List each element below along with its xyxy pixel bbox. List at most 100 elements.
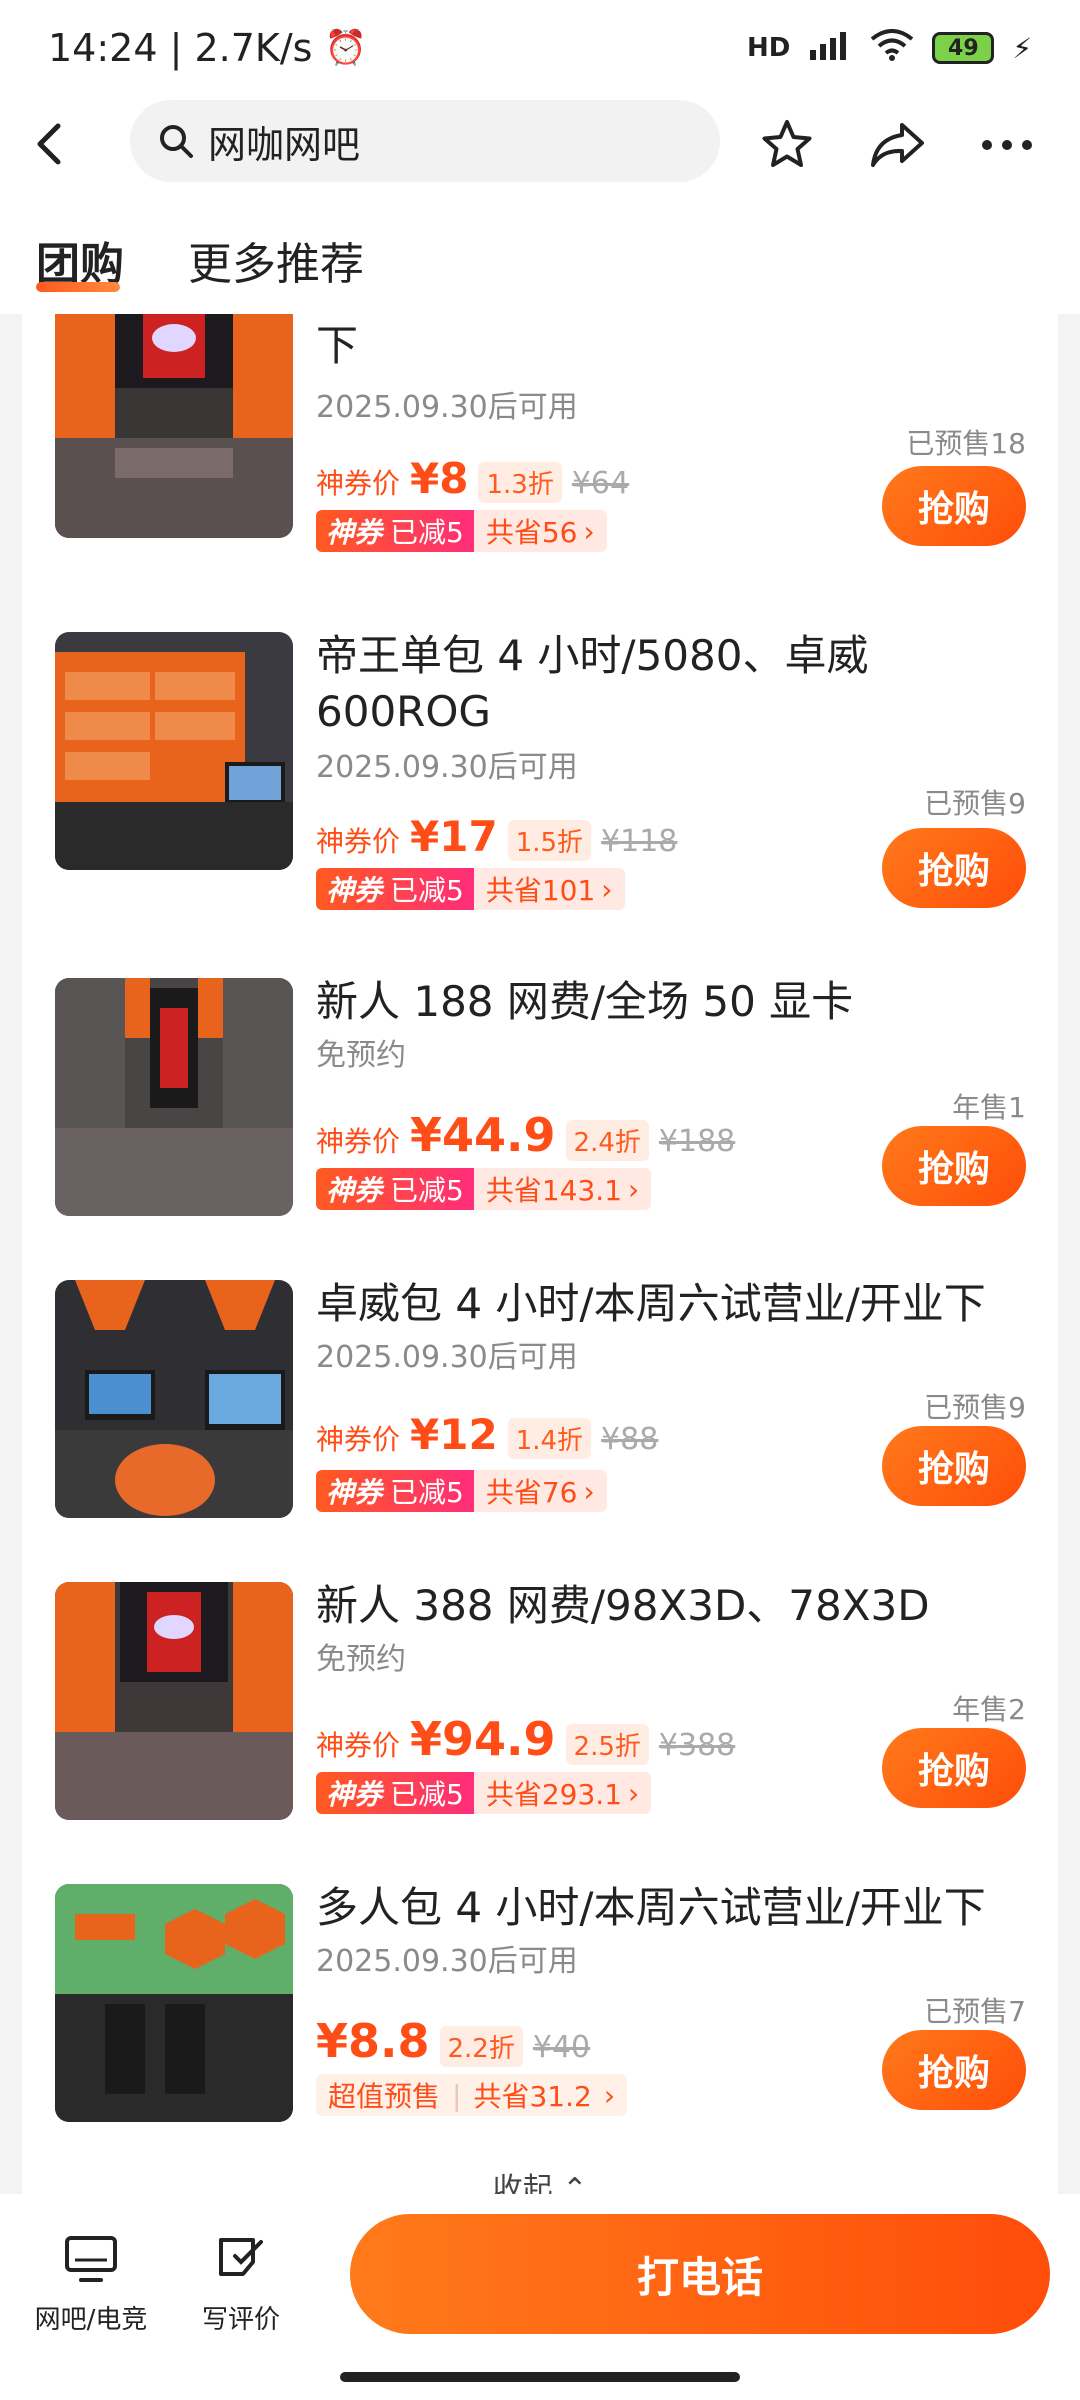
deal-thumbnail — [55, 978, 293, 1216]
coupon-badge: 神券 已减5 — [316, 1168, 474, 1210]
deal-title: 新人 388 网费/98X3D、78X3D — [316, 1581, 930, 1630]
discount-badge: 2.4折 — [565, 1120, 649, 1161]
buy-button[interactable]: 抢购 — [882, 466, 1026, 546]
nav-write-review[interactable]: 写评价 — [166, 2234, 316, 2336]
coupon-badge: 神券 已减5 — [316, 1470, 474, 1512]
savings-badge[interactable]: 共省56 › — [473, 510, 607, 552]
deal-item[interactable]: 卓威包 4 小时/本周六试营业/开业下 2025.09.30后可用 已预售9 神… — [22, 1279, 1058, 1580]
review-edit-icon — [219, 2238, 263, 2276]
price-label: 神券价 — [316, 1125, 401, 1158]
deal-title: 卓威包 4 小时/本周六试营业/开业下 — [316, 1279, 986, 1328]
discount-badge: 1.5折 — [507, 820, 592, 861]
deal-sold-count: 已预售18 — [906, 427, 1026, 460]
chevron-right-icon: › — [601, 872, 613, 906]
deal-availability: 2025.09.30后可用 — [316, 390, 578, 425]
tab-more-recommend[interactable]: 更多推荐 — [188, 228, 364, 292]
deal-price: ¥44.9 — [410, 1108, 556, 1162]
buy-button[interactable]: 抢购 — [882, 1728, 1026, 1808]
savings-badge[interactable]: 共省143.1 › — [473, 1168, 652, 1210]
battery-icon: 49 — [932, 32, 995, 64]
tab-bar: 团购 更多推荐 — [0, 192, 1080, 314]
deal-sold-count: 年售1 — [952, 1091, 1026, 1124]
network-badge: HD — [746, 33, 791, 63]
buy-button[interactable]: 抢购 — [882, 1126, 1026, 1206]
deal-item[interactable]: 新人 188 网费/全场 50 显卡 免预约 年售1 神券价 ¥44.9 2.4… — [22, 977, 1058, 1278]
presale-badge[interactable]: 超值预售 | 共省31.2 › — [316, 2074, 628, 2116]
original-price: ¥118 — [601, 824, 678, 859]
buy-button[interactable]: 抢购 — [882, 828, 1026, 908]
original-price: ¥388 — [658, 1728, 736, 1763]
status-right: HD 49 ⚡ — [746, 28, 1032, 68]
original-price: ¥188 — [658, 1124, 736, 1159]
deal-sold-count: 已预售7 — [924, 1995, 1026, 2028]
share-button[interactable] — [862, 110, 932, 180]
savings-badge[interactable]: 共省101 › — [473, 868, 625, 910]
deal-price-row: 神券价 ¥94.9 2.5折 ¥388 — [316, 1712, 735, 1766]
price-label: 神券价 — [316, 825, 401, 858]
price-label: 神券价 — [316, 467, 401, 500]
original-price: ¥64 — [571, 466, 630, 501]
back-button[interactable] — [0, 96, 100, 192]
chevron-right-icon: › — [628, 1172, 640, 1206]
deal-title: 新人 188 网费/全场 50 显卡 — [316, 977, 854, 1026]
discount-badge: 1.4折 — [507, 1418, 592, 1459]
discount-badge: 2.2折 — [439, 2026, 523, 2067]
deal-thumbnail — [55, 314, 293, 538]
deal-price-row: 神券价 ¥44.9 2.4折 ¥188 — [316, 1108, 735, 1162]
deal-price-row: 神券价 ¥17 1.5折 ¥118 — [316, 812, 677, 861]
bottom-bar: 网吧/电竞 写评价 打电话 — [0, 2194, 1080, 2400]
deal-availability: 免预约 — [316, 1038, 406, 1073]
savings-badge[interactable]: 共省76 › — [473, 1470, 607, 1512]
top-header: 网咖网吧 — [0, 96, 1080, 192]
deal-availability: 2025.09.30后可用 — [316, 1340, 578, 1375]
original-price: ¥88 — [601, 1422, 659, 1457]
deal-thumbnail — [55, 632, 293, 870]
coupon-badge: 神券 已减5 — [316, 510, 474, 552]
search-icon — [160, 125, 193, 158]
discount-badge: 1.3折 — [478, 462, 562, 503]
deal-price: ¥8 — [410, 454, 469, 503]
search-box[interactable]: 网咖网吧 — [130, 100, 720, 182]
buy-button[interactable]: 抢购 — [882, 1426, 1026, 1506]
original-price: ¥40 — [532, 2030, 591, 2065]
coupon-badge: 神券 已减5 — [316, 1772, 474, 1814]
collapse-button[interactable]: 收起 ⌃ — [22, 2164, 1058, 2194]
deal-price: ¥17 — [410, 812, 498, 861]
chevron-right-icon: › — [583, 1474, 595, 1508]
buy-button[interactable]: 抢购 — [882, 2030, 1026, 2110]
status-bar: 14:24 | 2.7K/s ⏰ HD 49 ⚡ — [0, 0, 1080, 96]
nav-internet-cafe[interactable]: 网吧/电竞 — [16, 2234, 166, 2336]
deal-price-row: 神券价 ¥8 1.3折 ¥64 — [316, 454, 629, 503]
discount-badge: 2.5折 — [565, 1724, 649, 1765]
share-icon — [871, 123, 924, 167]
deal-title: 下 — [316, 321, 359, 370]
nav-write-review-label: 写评价 — [201, 2305, 280, 2335]
deal-price-row: 神券价 ¥12 1.4折 ¥88 — [316, 1410, 658, 1459]
deal-item[interactable]: 下 2025.09.30后可用 已预售18 神券价 ¥8 1.3折 ¥64 神券… — [22, 314, 1058, 598]
coupon-badges: 神券 已减5 共省76 › — [316, 1470, 607, 1512]
more-button[interactable] — [972, 110, 1042, 180]
coupon-badges: 神券 已减5 共省143.1 › — [316, 1168, 652, 1210]
deal-list: 下 2025.09.30后可用 已预售18 神券价 ¥8 1.3折 ¥64 神券… — [22, 314, 1058, 2194]
price-label: 神券价 — [316, 1729, 401, 1762]
deal-item[interactable]: 帝王单包 4 小时/5080、卓威600ROG 2025.09.30后可用 已预… — [22, 631, 1058, 932]
deal-availability: 2025.09.30后可用 — [316, 1944, 578, 1979]
price-label: 神券价 — [316, 1423, 401, 1456]
coupon-badges: 神券 已减5 共省101 › — [316, 868, 625, 910]
alarm-icon: ⏰ — [324, 28, 367, 68]
deal-sold-count: 已预售9 — [924, 1391, 1026, 1424]
wifi-icon — [870, 28, 914, 68]
deal-thumbnail — [55, 1884, 293, 2122]
favorite-button[interactable] — [752, 110, 822, 180]
back-arrow-icon — [37, 123, 61, 165]
home-indicator — [340, 2372, 740, 2382]
call-button[interactable]: 打电话 — [350, 2214, 1050, 2334]
deal-thumbnail — [55, 1582, 293, 1820]
savings-badge[interactable]: 共省293.1 › — [473, 1772, 652, 1814]
deal-item[interactable]: 多人包 4 小时/本周六试营业/开业下 2025.09.30后可用 已预售7 ¥… — [22, 1883, 1058, 2184]
deal-title: 帝王单包 4 小时/5080、卓威600ROG — [316, 631, 869, 736]
chevron-right-icon: › — [583, 514, 595, 548]
deal-availability: 2025.09.30后可用 — [316, 750, 578, 785]
deal-item[interactable]: 新人 388 网费/98X3D、78X3D 免预约 年售2 神券价 ¥94.9 … — [22, 1581, 1058, 1882]
deal-price-row: ¥8.8 2.2折 ¥40 — [316, 2014, 590, 2068]
